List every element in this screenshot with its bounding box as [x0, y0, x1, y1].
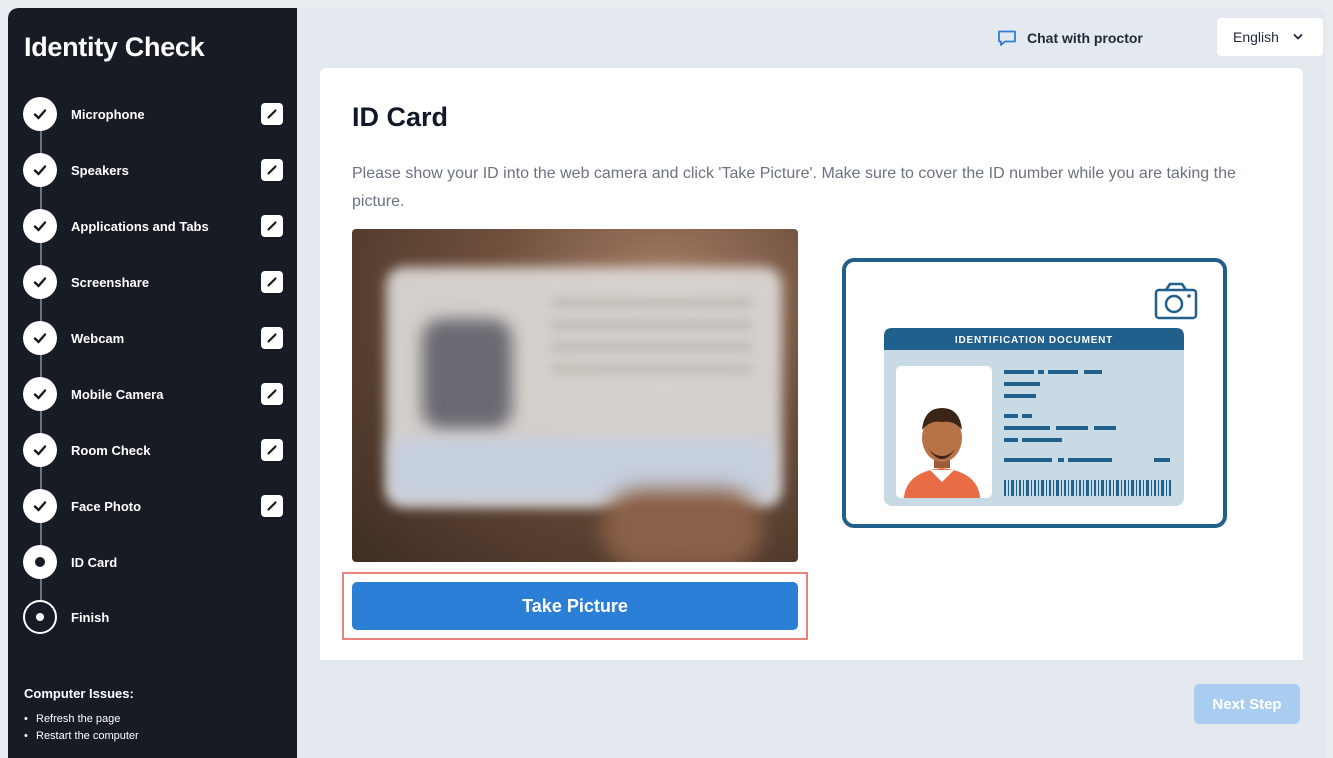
- instructions-text: Please show your ID into the web camera …: [352, 165, 1236, 210]
- sidebar: Identity Check Microphone Speakers Appli…: [8, 8, 297, 758]
- step-applications-and-tabs[interactable]: Applications and Tabs: [23, 209, 283, 243]
- pencil-icon: [261, 383, 283, 405]
- chat-with-proctor-link[interactable]: Chat with proctor: [997, 26, 1143, 50]
- current-step-icon: [23, 545, 57, 579]
- step-id-card[interactable]: ID Card: [23, 545, 283, 579]
- step-finish[interactable]: Finish: [23, 600, 283, 634]
- id-card-illustration: IDENTIFICATION DOCUMENT: [842, 258, 1227, 530]
- take-picture-button[interactable]: Take Picture: [352, 582, 798, 630]
- step-microphone[interactable]: Microphone: [23, 97, 283, 131]
- id-illustration-header: IDENTIFICATION DOCUMENT: [955, 335, 1113, 346]
- step-label: Finish: [71, 609, 110, 625]
- id-card-panel: ID Card Please show your ID into the web…: [320, 68, 1303, 740]
- app-frame: Identity Check Microphone Speakers Appli…: [8, 8, 1326, 758]
- pending-step-icon: [23, 600, 57, 634]
- pencil-icon: [261, 439, 283, 461]
- panel-footer: [320, 660, 1303, 740]
- chevron-down-icon: [1293, 33, 1303, 41]
- pencil-icon: [261, 215, 283, 237]
- check-circle-icon: [23, 321, 57, 355]
- pencil-icon: [261, 327, 283, 349]
- pencil-icon: [261, 495, 283, 517]
- step-label: Webcam: [71, 330, 125, 346]
- issue-item: Refresh the page: [24, 711, 284, 728]
- check-circle-icon: [23, 433, 57, 467]
- sidebar-title: Identity Check: [24, 32, 205, 62]
- step-label: Screenshare: [71, 274, 150, 290]
- chat-bubble-icon: [997, 29, 1017, 47]
- computer-issues: Computer Issues: Refresh the page Restar…: [24, 686, 284, 745]
- check-circle-icon: [23, 489, 57, 523]
- step-label: ID Card: [71, 554, 118, 570]
- next-step-button[interactable]: Next Step: [1194, 684, 1300, 724]
- issue-item: Restart the computer: [24, 728, 284, 745]
- check-circle-icon: [23, 377, 57, 411]
- chat-label: Chat with proctor: [1027, 30, 1143, 46]
- step-connector: [40, 114, 42, 616]
- step-label: Applications and Tabs: [71, 218, 209, 234]
- step-room-check[interactable]: Room Check: [23, 433, 283, 467]
- step-face-photo[interactable]: Face Photo: [23, 489, 283, 523]
- language-select[interactable]: English: [1217, 18, 1323, 56]
- check-circle-icon: [23, 153, 57, 187]
- step-label: Face Photo: [71, 498, 142, 514]
- step-label: Mobile Camera: [71, 386, 164, 402]
- webcam-preview: [352, 229, 798, 562]
- check-circle-icon: [23, 209, 57, 243]
- step-speakers[interactable]: Speakers: [23, 153, 283, 187]
- pencil-icon: [261, 159, 283, 181]
- computer-issues-heading: Computer Issues:: [24, 686, 134, 701]
- pencil-icon: [261, 271, 283, 293]
- step-label: Microphone: [71, 106, 145, 122]
- page-title: ID Card: [352, 102, 449, 132]
- step-label: Room Check: [71, 442, 151, 458]
- language-value: English: [1233, 29, 1279, 45]
- step-label: Speakers: [71, 162, 129, 178]
- pencil-icon: [261, 103, 283, 125]
- check-circle-icon: [23, 97, 57, 131]
- step-screenshare[interactable]: Screenshare: [23, 265, 283, 299]
- step-mobile-camera[interactable]: Mobile Camera: [23, 377, 283, 411]
- check-circle-icon: [23, 265, 57, 299]
- step-webcam[interactable]: Webcam: [23, 321, 283, 355]
